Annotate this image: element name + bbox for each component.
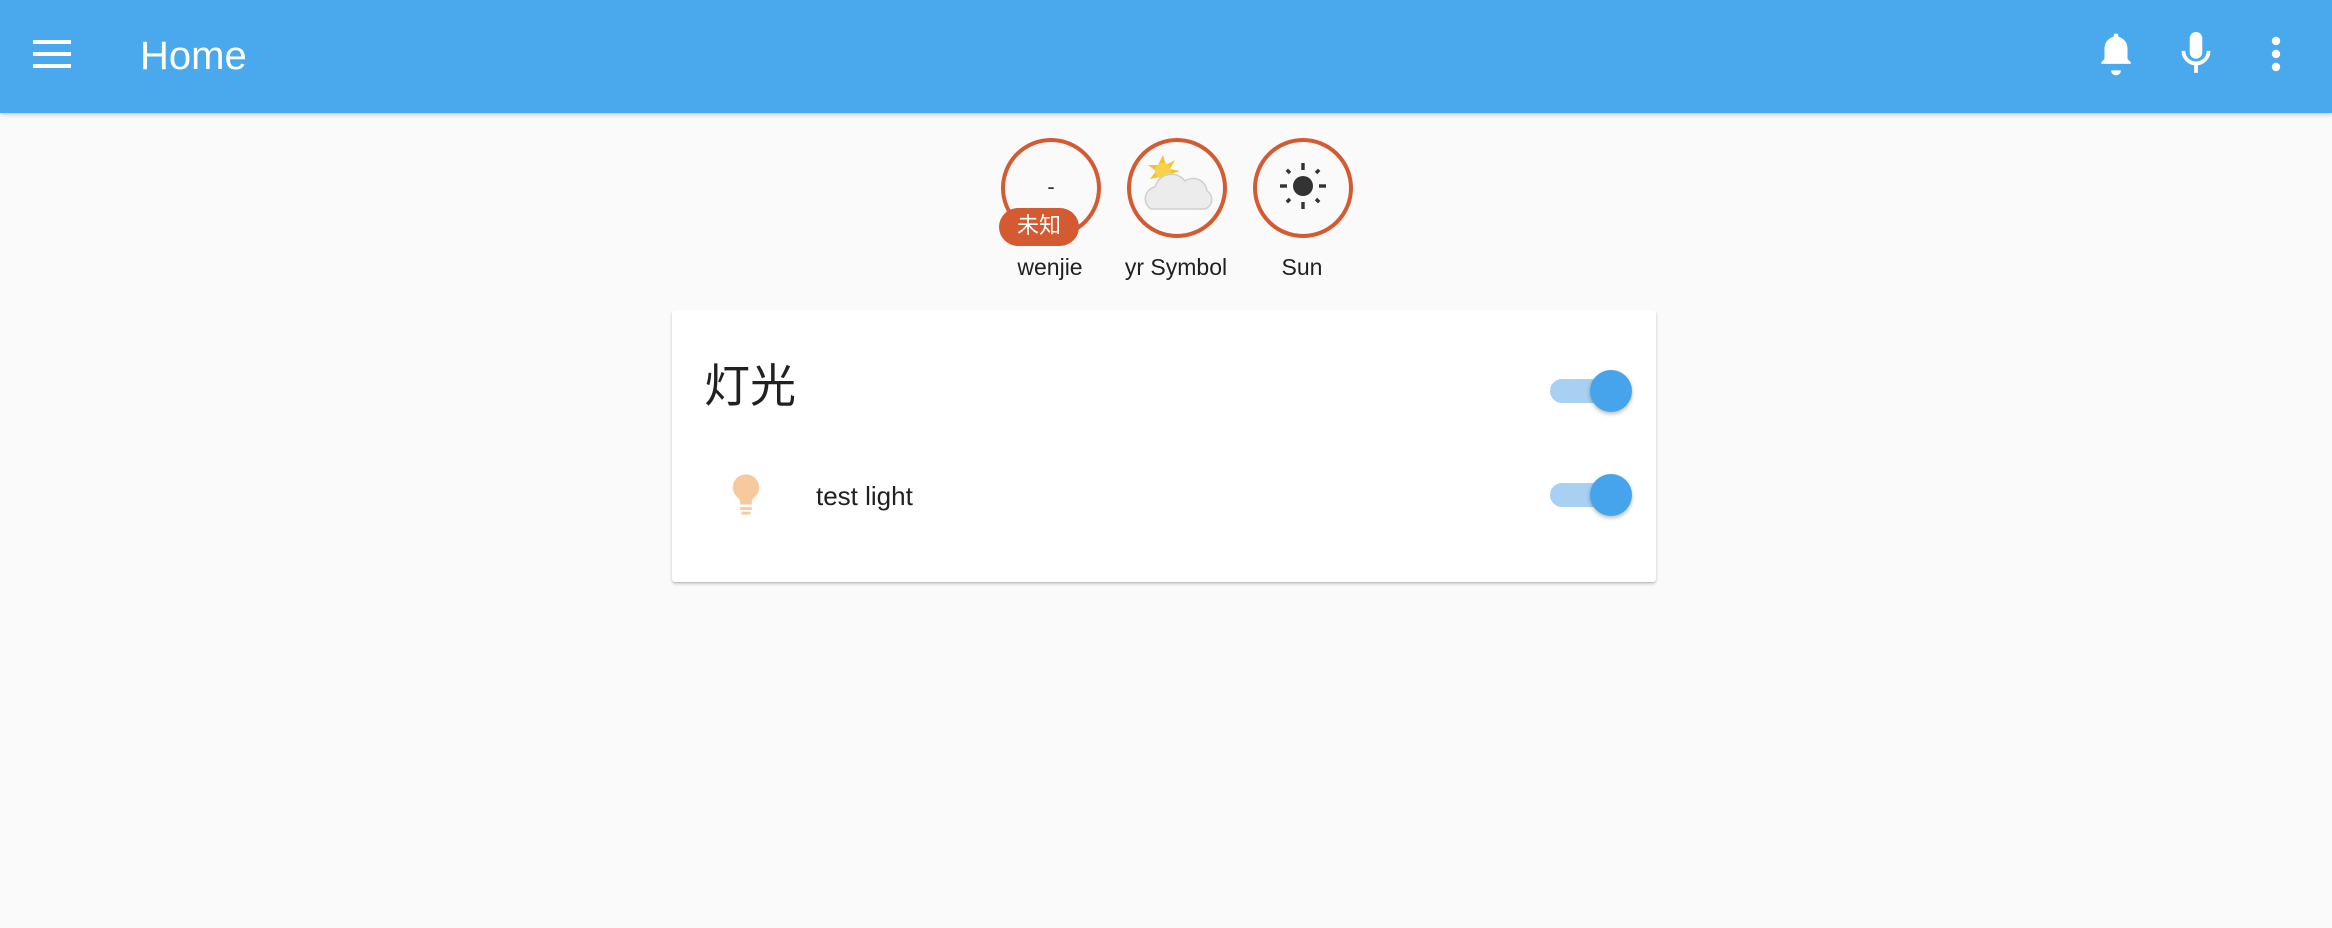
bell-icon: [2096, 31, 2136, 82]
more-vertical-icon: [2270, 36, 2282, 77]
badge-value: -: [1047, 174, 1055, 199]
toggle-thumb: [1590, 370, 1632, 412]
badge-label: wenjie: [1017, 254, 1083, 280]
badge-state-tag: 未知: [999, 208, 1079, 246]
app-header: Home: [0, 0, 2332, 113]
sun-icon: [1279, 162, 1327, 215]
badge-wenjie[interactable]: - 未知 wenjie: [980, 136, 1120, 286]
test-light-toggle[interactable]: [1550, 474, 1632, 516]
microphone-icon: [2180, 31, 2212, 81]
badge-sun[interactable]: Sun: [1232, 136, 1372, 286]
group-toggle[interactable]: [1550, 370, 1632, 412]
lightbulb-icon: [729, 473, 763, 520]
menu-button[interactable]: [22, 26, 82, 86]
page-title: Home: [140, 34, 247, 78]
badge-circle: [1127, 138, 1227, 238]
card-title: 灯光: [704, 359, 796, 413]
toggle-thumb: [1590, 474, 1632, 516]
notifications-button[interactable]: [2080, 20, 2152, 92]
badge-yr-symbol[interactable]: yr Symbol: [1106, 136, 1246, 286]
lights-card: 灯光 test light: [672, 310, 1656, 582]
badge-label: yr Symbol: [1124, 254, 1228, 280]
entity-name[interactable]: test light: [816, 478, 913, 514]
entity-icon[interactable]: [722, 472, 770, 520]
badge-circle: [1253, 138, 1353, 238]
voice-command-button[interactable]: [2160, 20, 2232, 92]
overflow-menu-button[interactable]: [2240, 20, 2312, 92]
menu-icon: [33, 39, 71, 73]
badge-label: Sun: [1281, 254, 1323, 280]
partly-cloudy-icon: [1133, 151, 1221, 226]
